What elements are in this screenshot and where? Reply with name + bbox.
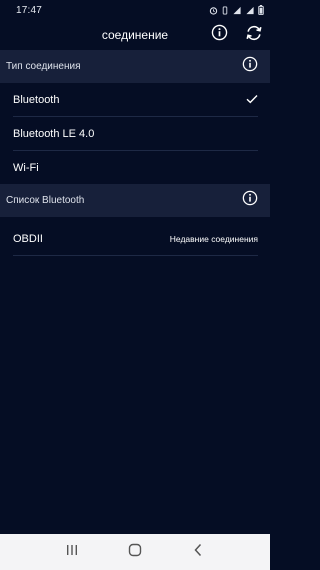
connection-option-bluetooth-le[interactable]: Bluetooth LE 4.0 (0, 117, 270, 150)
bluetooth-list-info-button[interactable] (241, 190, 259, 211)
signal-icon (245, 6, 255, 15)
device-status: Недавние соединения (169, 233, 258, 244)
device-name: OBDII (13, 232, 43, 245)
back-button[interactable] (183, 537, 213, 567)
section-title: Тип соединения (6, 61, 81, 72)
info-icon (211, 24, 228, 46)
app-bar: соединение (0, 20, 270, 50)
info-button[interactable] (208, 24, 230, 46)
info-icon (242, 56, 258, 77)
refresh-button[interactable] (243, 24, 265, 46)
divider (13, 255, 258, 256)
vibrate-icon (221, 5, 229, 15)
section-header-connection-type: Тип соединения (0, 50, 270, 83)
connection-type-info-button[interactable] (241, 56, 259, 77)
recent-apps-icon (65, 543, 79, 561)
connection-option-wifi[interactable]: Wi-Fi (0, 151, 270, 184)
back-icon (193, 543, 203, 562)
alarm-icon (209, 6, 218, 15)
recent-apps-button[interactable] (57, 537, 87, 567)
bluetooth-device-item[interactable]: OBDII Недавние соединения (0, 222, 270, 255)
home-button[interactable] (120, 537, 150, 567)
page-title: соединение (101, 28, 169, 42)
refresh-icon (245, 24, 263, 47)
signal-icon (232, 6, 242, 15)
connection-option-label: Bluetooth (13, 93, 60, 106)
section-header-bluetooth-list: Список Bluetooth (0, 184, 270, 217)
connection-option-label: Wi-Fi (13, 161, 39, 174)
status-bar: 17:47 (0, 0, 270, 20)
connection-option-bluetooth[interactable]: Bluetooth (0, 83, 270, 116)
status-time: 17:47 (16, 4, 43, 16)
status-icons (209, 5, 264, 15)
checkmark-icon (246, 91, 258, 109)
home-icon (128, 543, 142, 562)
info-icon (242, 190, 258, 211)
connection-option-label: Bluetooth LE 4.0 (13, 127, 95, 140)
battery-icon (258, 5, 264, 15)
system-nav-bar (0, 534, 270, 570)
section-title: Список Bluetooth (6, 195, 85, 206)
